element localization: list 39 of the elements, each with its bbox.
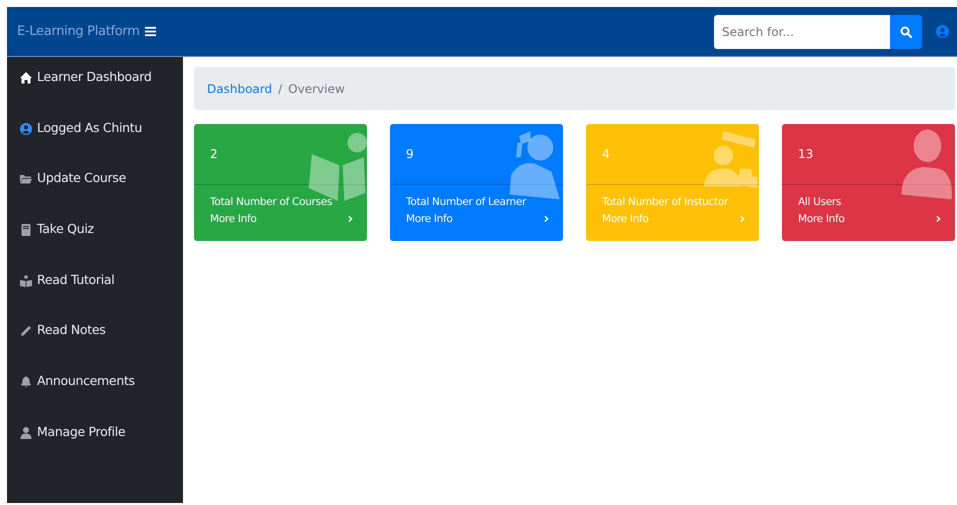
menu-icon[interactable] <box>144 26 156 37</box>
sidebar-item[interactable]: Update Course <box>7 170 183 222</box>
more-info-link[interactable]: More Info <box>406 213 453 225</box>
search-field[interactable]: Search for... <box>714 14 890 48</box>
card-title: Total Number of Instuctor <box>602 196 730 208</box>
user-icon[interactable] <box>936 25 949 38</box>
breadcrumb-current: Overview <box>288 82 345 96</box>
pencil-icon <box>19 324 33 338</box>
reader-icon <box>19 274 33 288</box>
sidebar-item[interactable]: Manage Profile <box>7 424 183 474</box>
breadcrumb-link[interactable]: Dashboard <box>207 82 272 96</box>
card-title: All Users <box>798 196 842 208</box>
card-count: 4 <box>602 147 610 161</box>
chevron-icon[interactable]: › <box>544 213 549 225</box>
folder-icon <box>19 172 33 186</box>
sidebar-item[interactable]: Take Quiz <box>7 221 183 272</box>
chevron-icon[interactable]: › <box>936 213 941 225</box>
bell-icon <box>19 375 33 390</box>
card-count: 9 <box>406 147 414 161</box>
user-circle-icon <box>19 122 33 136</box>
sidebar-item[interactable]: Read Notes <box>7 322 183 374</box>
brand-title[interactable]: E-Learning Platform <box>17 24 140 39</box>
card-title: Total Number of Courses <box>210 196 334 208</box>
user-icon <box>19 426 33 440</box>
home-icon <box>19 71 33 85</box>
sidebar-item[interactable]: Announcements <box>7 373 183 424</box>
card-count: 13 <box>798 147 814 161</box>
more-info-link[interactable]: More Info <box>798 213 845 225</box>
sidebar-item[interactable]: Logged As Chintu <box>7 120 183 170</box>
sidebar-item[interactable]: Learner Dashboard <box>7 69 183 120</box>
breadcrumb-separator: / <box>278 82 282 96</box>
more-info-link[interactable]: More Info <box>210 213 257 225</box>
sidebar-item[interactable]: Read Tutorial <box>7 272 183 322</box>
card-title: Total Number of Learner <box>406 196 528 208</box>
book-icon <box>19 223 33 238</box>
card-count: 2 <box>210 147 218 161</box>
search-button[interactable] <box>890 14 922 48</box>
chevron-icon[interactable]: › <box>348 213 353 225</box>
search-icon <box>900 26 912 38</box>
